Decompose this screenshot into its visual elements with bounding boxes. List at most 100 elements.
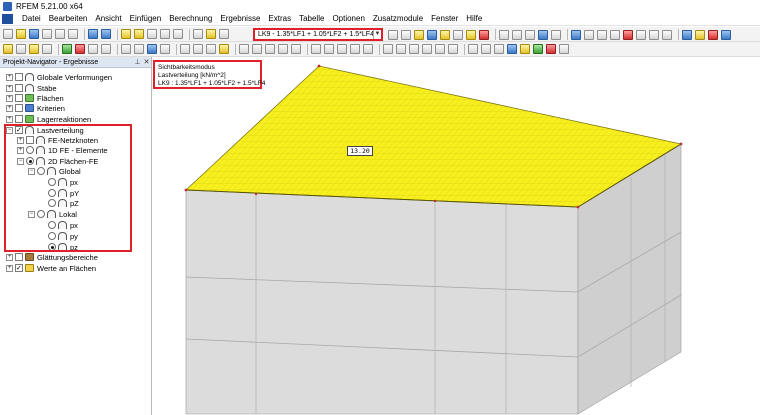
menu-tabelle[interactable]: Tabelle (295, 13, 328, 25)
tree-item[interactable]: + Werte an Flächen (6, 263, 96, 273)
members-view-icon[interactable] (499, 29, 509, 40)
scale-icon[interactable] (466, 29, 476, 40)
tree-checkbox[interactable] (15, 253, 23, 261)
connect-icon[interactable] (324, 44, 334, 54)
render-icon[interactable] (538, 29, 548, 40)
menu-extras[interactable]: Extras (264, 13, 295, 25)
dimension-icon[interactable] (160, 44, 170, 54)
tree-item[interactable]: + Globale Verformungen (6, 72, 112, 82)
values-icon[interactable] (427, 29, 437, 40)
node-marker[interactable] (254, 192, 258, 196)
open-icon[interactable] (16, 29, 26, 39)
tree-item[interactable]: + Glättungsbereiche (6, 252, 98, 262)
arrow-icon[interactable] (494, 44, 504, 54)
panel-icon[interactable] (206, 29, 216, 39)
hinge-icon[interactable] (134, 44, 144, 54)
menu-logo-icon[interactable] (2, 14, 13, 24)
display-options-icon[interactable] (682, 29, 692, 40)
filter-icon[interactable] (42, 44, 52, 54)
animate-icon[interactable] (440, 29, 450, 40)
menu-bearbeiten[interactable]: Bearbeiten (45, 13, 92, 25)
menu-berechnung[interactable]: Berechnung (165, 13, 216, 25)
light-icon[interactable] (29, 44, 39, 54)
coordinate-icon[interactable] (219, 44, 229, 54)
view-z-icon[interactable] (610, 29, 620, 40)
grid-icon[interactable] (180, 44, 190, 54)
node-marker[interactable] (184, 188, 188, 192)
save-icon[interactable] (29, 29, 39, 39)
tree-item[interactable]: + Flächen (6, 93, 64, 103)
table-icon[interactable] (173, 29, 183, 39)
menu-einfuegen[interactable]: Einfügen (126, 13, 166, 25)
display-icon[interactable] (160, 29, 170, 39)
stop-icon[interactable] (708, 29, 718, 40)
color-scale-icon[interactable] (695, 29, 705, 40)
expand-icon[interactable]: + (6, 73, 13, 81)
expand-icon[interactable]: + (6, 264, 13, 272)
result-filter-icon[interactable] (479, 29, 489, 40)
calculate-icon[interactable] (121, 29, 131, 39)
node-icon[interactable] (62, 44, 72, 54)
tree-checkbox[interactable] (15, 84, 23, 92)
text-icon[interactable] (481, 44, 491, 54)
next-icon[interactable] (401, 29, 411, 40)
navigator-icon[interactable] (219, 29, 229, 39)
help-icon[interactable] (721, 29, 731, 40)
select-icon[interactable] (3, 44, 13, 54)
menu-zusatzmodule[interactable]: Zusatzmodule (369, 13, 427, 25)
rotate-icon[interactable] (265, 44, 275, 54)
new-icon[interactable] (3, 29, 13, 39)
move-icon[interactable] (252, 44, 262, 54)
node-marker[interactable] (679, 142, 683, 146)
tree-checkbox[interactable] (15, 115, 23, 123)
model-view-3d[interactable] (153, 57, 760, 415)
print-icon[interactable] (42, 29, 52, 39)
paste-icon[interactable] (68, 29, 78, 39)
wireframe-icon[interactable] (551, 29, 561, 40)
mesh-refine-icon[interactable] (363, 44, 373, 54)
redo-icon[interactable] (101, 29, 111, 39)
expand-icon[interactable]: + (6, 94, 13, 102)
snap-icon[interactable] (193, 44, 203, 54)
tree-checkbox[interactable] (15, 104, 23, 112)
tree-item[interactable]: + Stäbe (6, 83, 57, 93)
calculate-all-icon[interactable] (134, 29, 144, 39)
hide-icon[interactable] (435, 44, 445, 54)
node-marker[interactable] (317, 64, 321, 68)
section-cut-icon[interactable] (409, 44, 419, 54)
chevron-down-icon[interactable]: ▼ (373, 30, 381, 39)
tree-item[interactable]: + Kriterien (6, 103, 65, 113)
node-marker[interactable] (433, 199, 437, 203)
scale-object-icon[interactable] (291, 44, 301, 54)
load-icon[interactable] (147, 44, 157, 54)
support-icon[interactable] (121, 44, 131, 54)
visibility-icon[interactable] (422, 44, 432, 54)
expand-icon[interactable]: + (6, 253, 13, 261)
node-marker[interactable] (576, 205, 580, 209)
menu-ergebnisse[interactable]: Ergebnisse (216, 13, 264, 25)
annotation-icon[interactable] (468, 44, 478, 54)
result-value-label[interactable]: 13.20 (347, 146, 373, 156)
result-display-icon[interactable] (414, 29, 424, 40)
surfaces-view-icon[interactable] (512, 29, 522, 40)
section-icon[interactable] (453, 29, 463, 40)
extrude-icon[interactable] (337, 44, 347, 54)
zoom-icon[interactable] (636, 29, 646, 40)
view-x-icon[interactable] (584, 29, 594, 40)
model-graphic[interactable] (153, 57, 760, 415)
mirror-icon[interactable] (278, 44, 288, 54)
measure-icon[interactable] (662, 29, 672, 40)
menu-fenster[interactable]: Fenster (427, 13, 462, 25)
undo-icon[interactable] (88, 29, 98, 39)
tree-item[interactable]: + Lagerreaktionen (6, 114, 91, 124)
view-iso-icon[interactable] (571, 29, 581, 40)
info-icon[interactable] (396, 44, 406, 54)
previous-icon[interactable] (388, 29, 398, 40)
member-icon[interactable] (88, 44, 98, 54)
menu-ansicht[interactable]: Ansicht (91, 13, 125, 25)
pin-icon[interactable] (546, 44, 556, 54)
show-all-icon[interactable] (448, 44, 458, 54)
results-icon[interactable] (147, 29, 157, 39)
tree-checkbox[interactable] (15, 264, 23, 272)
line-icon[interactable] (75, 44, 85, 54)
